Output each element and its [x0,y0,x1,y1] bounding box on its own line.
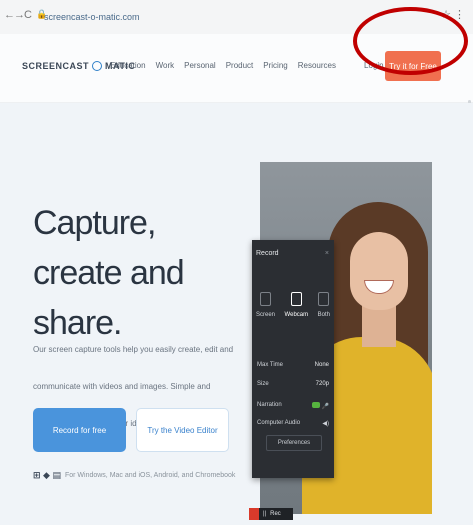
setting-size[interactable]: Size 720p [257,381,329,387]
setting-computer-audio[interactable]: Computer Audio ◀) [257,420,329,427]
toolbar-label: Rec [270,511,281,517]
narration-on-icon[interactable] [311,402,320,408]
mic-icon: 🎤 [321,404,329,410]
main-nav: Education Work Personal Product Pricing … [110,61,336,70]
platform-support: ⊞ ◆ ▤ For Windows, Mac and iOS, Android,… [33,470,235,481]
close-icon[interactable]: × [325,250,329,257]
recorder-panel: Record × Screen Webcam Both Max Time Non… [252,240,334,478]
try-video-editor-button[interactable]: Try the Video Editor [136,408,229,452]
record-icon[interactable] [249,508,259,520]
hero-title: Capture, create and share. [33,204,185,342]
record-for-free-button[interactable]: Record for free [33,408,126,452]
setting-max-time[interactable]: Max Time None [257,362,329,368]
nav-item-personal[interactable]: Personal [184,61,216,70]
browser-menu-icon[interactable]: ☆ ⋮ [441,8,465,21]
address-bar[interactable]: screencast-o-matic.com [44,9,244,25]
try-free-button[interactable]: Try it for Free [385,51,441,81]
setting-narration[interactable]: Narration 🎤 [257,402,329,410]
mode-screen[interactable]: Screen [256,292,275,318]
recording-toolbar: || Rec [249,508,293,520]
nav-item-resources[interactable]: Resources [298,61,336,70]
mode-webcam[interactable]: Webcam [285,292,308,318]
nav-item-work[interactable]: Work [156,61,175,70]
mode-both[interactable]: Both [318,292,330,318]
hero-section: Capture, create and share. Our screen ca… [0,103,473,525]
screen-icon [260,292,271,306]
nav-item-education[interactable]: Education [110,61,146,70]
browser-toolbar: ← → C 🔒 screencast-o-matic.com ☆ ⋮ [0,0,473,35]
site-header: SCREENCAST MATIC Education Work Personal… [0,34,473,103]
brand-text-left: SCREENCAST [22,61,90,71]
preferences-button[interactable]: Preferences [266,435,322,451]
reload-icon[interactable]: C [24,9,32,21]
platform-text: For Windows, Mac and iOS, Android, and C… [64,472,236,479]
speaker-icon[interactable]: ◀) [322,420,329,427]
login-link[interactable]: Login [364,61,384,70]
webcam-icon [290,292,302,306]
logo-mark-icon [92,61,103,71]
pause-icon[interactable]: || [263,511,266,517]
os-icons: ⊞ ◆ ▤ [33,470,61,480]
screen-and-webcam-icon [318,292,330,306]
nav-item-pricing[interactable]: Pricing [263,61,287,70]
recording-modes: Screen Webcam Both [256,292,330,318]
nav-item-product[interactable]: Product [226,61,254,70]
recorder-title: Record [256,250,279,257]
